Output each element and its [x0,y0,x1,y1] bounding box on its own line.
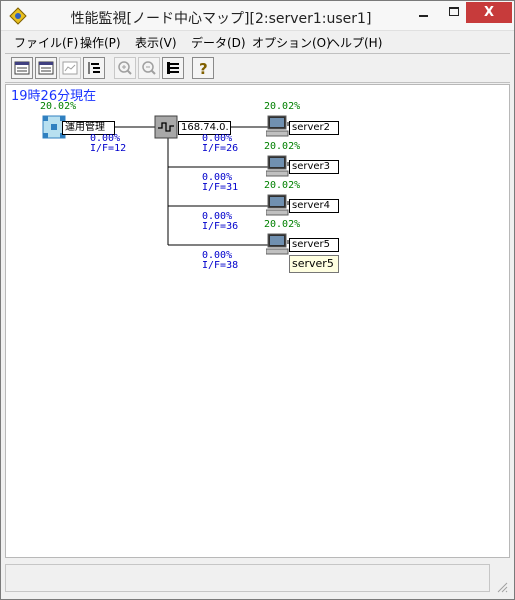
server3-load: 20.02% [264,141,301,152]
menu-bar: ファイル(F) 操作(P) 表示(V) データ(D) オプション(O) ヘルプ(… [1,32,514,52]
status-panel [5,564,490,592]
server3-interface: I/F=31 [202,182,239,193]
toolbar-button-3[interactable] [59,57,81,79]
server3-icon[interactable] [266,155,290,177]
graph-window-icon [62,61,78,75]
server4-interface: I/F=36 [202,221,239,232]
menu-options[interactable]: オプション(O) [252,34,331,51]
server4-label[interactable]: server4 [289,199,339,213]
server4-icon[interactable] [266,194,290,216]
link-lines [114,126,268,246]
server4-load: 20.02% [264,180,301,191]
window-list-icon [14,61,30,75]
toolbar-divider [5,82,510,83]
toolbar-button-2[interactable] [35,57,57,79]
toolbar-button-hierarchy[interactable] [162,57,184,79]
toolbar: ? [1,55,514,83]
server2-label[interactable]: server2 [289,121,339,135]
toolbar-button-zoom-out[interactable] [138,57,160,79]
app-window: 性能監視[ノード中心マップ][2:server1:user1] X ファイル(F… [0,0,515,600]
server5-load: 20.02% [264,219,301,230]
node-tooltip: server5 [289,255,339,273]
menu-operation[interactable]: 操作(P) [80,34,121,51]
toolbar-button-4[interactable] [83,57,105,79]
server2-load: 20.02% [264,101,301,112]
server2-icon[interactable] [266,115,290,137]
center-load: 20.02% [40,101,77,112]
menu-data[interactable]: データ(D) [191,34,246,51]
title-bar[interactable]: 性能監視[ノード中心マップ][2:server1:user1] X [1,1,514,31]
hierarchy-icon [167,62,179,74]
close-icon: X [483,5,495,20]
server5-icon[interactable] [266,233,290,255]
toolbar-button-zoom-in[interactable] [114,57,136,79]
window-list-icon [38,61,54,75]
tree-sort-icon [88,62,100,74]
menu-help[interactable]: ヘルプ(H) [328,34,382,51]
help-icon: ? [199,60,208,76]
zoom-in-icon [118,61,132,75]
minimize-icon [419,15,428,17]
menu-divider [5,53,510,54]
menu-view[interactable]: 表示(V) [135,34,177,51]
server5-interface: I/F=38 [202,260,239,271]
minimize-button[interactable] [409,2,439,23]
toolbar-button-1[interactable] [11,57,33,79]
server5-label[interactable]: server5 [289,238,339,252]
close-button[interactable]: X [466,2,512,23]
maximize-icon [449,7,459,16]
center-interface: I/F=12 [90,143,127,154]
svg-text:?: ? [199,60,208,76]
server2-interface: I/F=26 [202,143,239,154]
status-bar [1,562,514,599]
maximize-button[interactable] [439,2,469,23]
menu-file[interactable]: ファイル(F) [14,34,78,51]
window-title: 性能監視[ノード中心マップ][2:server1:user1] [70,11,372,27]
server3-label[interactable]: server3 [289,160,339,174]
toolbar-button-help[interactable]: ? [192,57,214,79]
resize-grip-icon[interactable] [496,581,508,593]
router-icon[interactable] [154,115,178,139]
zoom-out-icon [142,61,156,75]
node-map-canvas[interactable]: 19時26分現在 20.02% 運用管理 0.00% I/F=12 168.74… [5,84,510,558]
